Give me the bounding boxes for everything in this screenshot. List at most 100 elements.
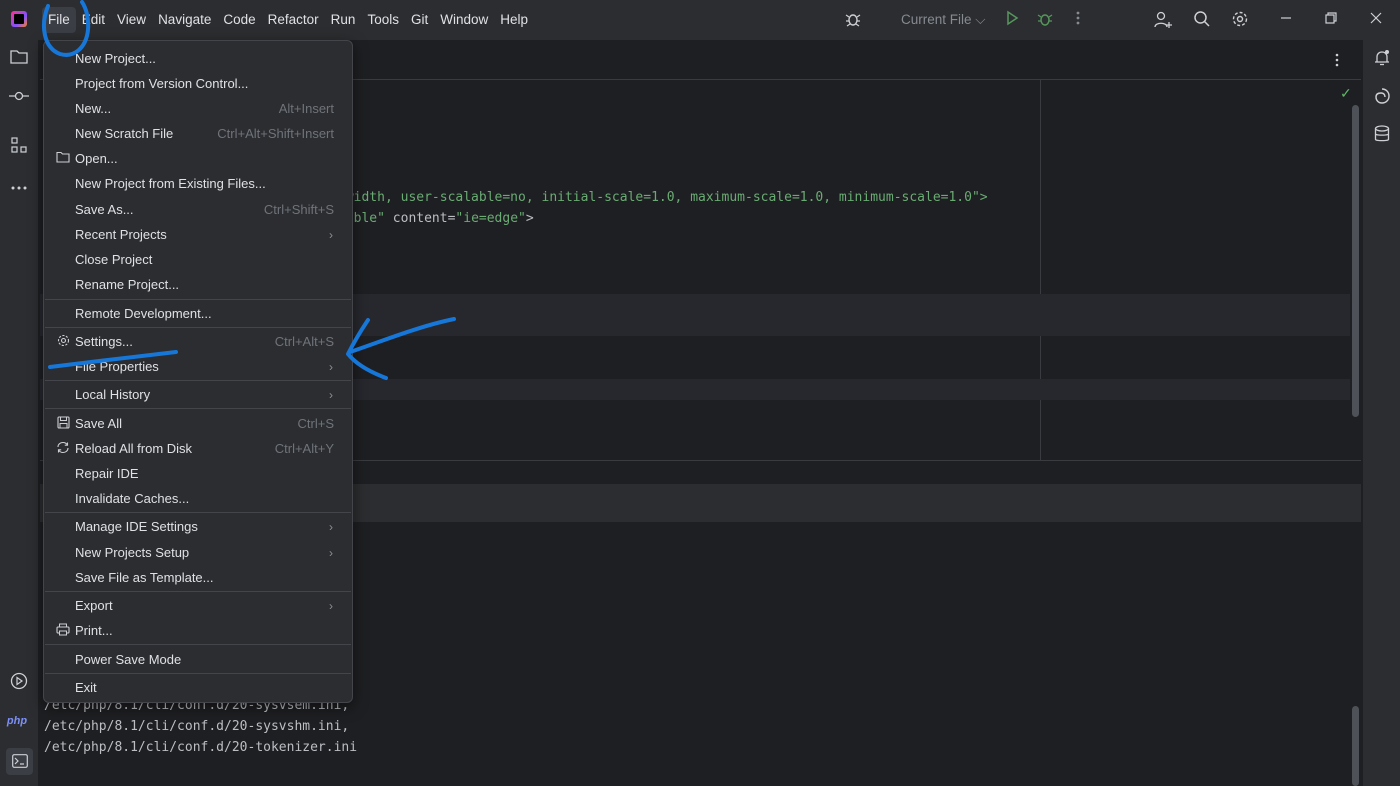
menu-item-save-file-as-template[interactable]: Save File as Template... xyxy=(49,565,347,590)
more-actions-icon[interactable] xyxy=(1068,10,1088,30)
menu-item-print[interactable]: Print... xyxy=(49,618,347,643)
shortcut-label: Alt+Insert xyxy=(278,101,334,116)
chevron-right-icon: › xyxy=(329,545,333,560)
menu-view[interactable]: View xyxy=(111,7,152,33)
debug-icon[interactable] xyxy=(1035,10,1055,30)
editor-vertical-scrollbar[interactable] xyxy=(1352,105,1359,417)
minimize-icon[interactable] xyxy=(1276,10,1296,30)
chevron-right-icon: › xyxy=(329,387,333,402)
shortcut-label: Ctrl+S xyxy=(297,416,334,431)
code-line-meta-compat: tible" content="ie=edge"> xyxy=(338,211,534,226)
more-tool-windows-icon[interactable] xyxy=(8,175,30,197)
menu-tools[interactable]: Tools xyxy=(361,7,405,33)
menu-item-label: Save All xyxy=(75,416,122,431)
menu-item-export[interactable]: Export › xyxy=(49,593,347,618)
menu-item-reload-all[interactable]: Reload All from Disk Ctrl+Alt+Y xyxy=(49,436,347,461)
code-line-meta-viewport: -width, user-scalable=no, initial-scale=… xyxy=(338,190,988,205)
terminal-icon[interactable] xyxy=(6,748,33,775)
editor-tabs-menu-icon[interactable] xyxy=(1335,52,1339,71)
menu-item-label: New Projects Setup xyxy=(75,545,190,560)
menu-item-label: File Properties xyxy=(75,359,159,374)
chevron-right-icon: › xyxy=(329,227,333,242)
menu-item-new-projects-setup[interactable]: New Projects Setup › xyxy=(49,540,347,565)
main-menu-bar: File Edit View Navigate Code Refactor Ru… xyxy=(42,0,534,40)
menu-item-open[interactable]: Open... xyxy=(49,146,347,171)
menu-item-remote-development[interactable]: Remote Development... xyxy=(49,301,347,326)
menu-item-label: New Scratch File xyxy=(75,126,174,141)
reload-icon xyxy=(55,441,71,457)
menu-item-label: Rename Project... xyxy=(75,277,180,292)
menu-item-label: Reload All from Disk xyxy=(75,441,193,456)
menu-navigate[interactable]: Navigate xyxy=(152,7,217,33)
notifications-bell-icon[interactable] xyxy=(1371,49,1393,71)
menu-item-label: Invalidate Caches... xyxy=(75,491,190,506)
menu-git[interactable]: Git xyxy=(405,7,434,33)
menu-item-project-from-vcs[interactable]: Project from Version Control... xyxy=(49,71,347,96)
menu-separator xyxy=(45,299,351,300)
save-disk-icon xyxy=(55,415,71,432)
menu-item-label: New Project from Existing Files... xyxy=(75,176,266,191)
debug-bug-icon[interactable] xyxy=(843,10,863,30)
menu-item-new-project[interactable]: New Project... xyxy=(49,46,347,71)
folder-icon xyxy=(55,151,71,166)
menu-item-save-as[interactable]: Save As... Ctrl+Shift+S xyxy=(49,197,347,222)
menu-item-file-properties[interactable]: File Properties › xyxy=(49,354,347,379)
menu-item-recent-projects[interactable]: Recent Projects › xyxy=(49,222,347,247)
menu-item-new[interactable]: New... Alt+Insert xyxy=(49,96,347,121)
menu-item-invalidate-caches[interactable]: Invalidate Caches... xyxy=(49,486,347,511)
structure-icon[interactable] xyxy=(8,137,30,159)
menu-item-rename-project[interactable]: Rename Project... xyxy=(49,272,347,297)
menu-separator xyxy=(45,673,351,674)
phpstorm-logo-icon[interactable] xyxy=(11,11,27,27)
menu-file[interactable]: File xyxy=(42,7,76,33)
terminal-output-line: /etc/php/8.1/cli/conf.d/20-tokenizer.ini xyxy=(44,740,358,755)
menu-item-label: Print... xyxy=(75,623,113,638)
database-icon[interactable] xyxy=(1371,125,1393,147)
chevron-right-icon: › xyxy=(329,519,333,534)
services-run-icon[interactable] xyxy=(8,672,30,694)
ai-assistant-icon[interactable] xyxy=(1371,87,1393,109)
menu-separator xyxy=(45,380,351,381)
menu-item-save-all[interactable]: Save All Ctrl+S xyxy=(49,411,347,436)
menu-item-settings[interactable]: Settings... Ctrl+Alt+S xyxy=(49,329,347,354)
menu-run[interactable]: Run xyxy=(325,7,362,33)
menu-window[interactable]: Window xyxy=(434,7,494,33)
php-icon[interactable]: php xyxy=(6,710,28,732)
commit-icon[interactable] xyxy=(8,87,30,109)
menu-item-manage-ide-settings[interactable]: Manage IDE Settings › xyxy=(49,514,347,539)
shortcut-label: Ctrl+Alt+Y xyxy=(274,441,334,456)
terminal-vertical-scrollbar[interactable] xyxy=(1352,706,1359,786)
menu-item-power-save-mode[interactable]: Power Save Mode xyxy=(49,647,347,672)
menu-item-label: Settings... xyxy=(75,334,133,349)
search-icon[interactable] xyxy=(1192,10,1212,30)
menu-edit[interactable]: Edit xyxy=(76,7,111,33)
file-menu-popup: New Project... Project from Version Cont… xyxy=(43,40,353,703)
menu-refactor[interactable]: Refactor xyxy=(262,7,325,33)
printer-icon xyxy=(55,623,71,639)
add-user-icon[interactable] xyxy=(1153,10,1173,30)
menu-item-label: Export xyxy=(75,598,113,613)
close-window-icon[interactable] xyxy=(1366,10,1386,30)
menu-item-repair-ide[interactable]: Repair IDE xyxy=(49,461,347,486)
menu-item-label: Repair IDE xyxy=(75,466,139,481)
menu-item-new-scratch-file[interactable]: New Scratch File Ctrl+Alt+Shift+Insert xyxy=(49,121,347,146)
restore-window-icon[interactable] xyxy=(1321,10,1341,30)
menu-item-local-history[interactable]: Local History › xyxy=(49,382,347,407)
settings-gear-icon[interactable] xyxy=(1230,10,1250,30)
menu-separator xyxy=(45,408,351,409)
right-tool-window-bar xyxy=(1362,40,1400,786)
no-problems-check-icon[interactable]: ✓ xyxy=(1340,85,1352,102)
menu-item-label: Local History xyxy=(75,387,151,402)
menu-help[interactable]: Help xyxy=(494,7,534,33)
menu-item-exit[interactable]: Exit xyxy=(49,675,347,700)
shortcut-label: Ctrl+Alt+S xyxy=(274,334,334,349)
menu-item-new-from-existing[interactable]: New Project from Existing Files... xyxy=(49,171,347,196)
menu-code[interactable]: Code xyxy=(217,7,261,33)
menu-item-close-project[interactable]: Close Project xyxy=(49,247,347,272)
menu-item-label: New Project... xyxy=(75,51,156,66)
gear-icon xyxy=(55,334,71,350)
project-folder-icon[interactable] xyxy=(8,49,30,71)
run-configuration-selector[interactable]: Current File ⌵ xyxy=(901,10,986,30)
run-icon[interactable] xyxy=(1002,10,1022,30)
chevron-right-icon: › xyxy=(329,359,333,374)
